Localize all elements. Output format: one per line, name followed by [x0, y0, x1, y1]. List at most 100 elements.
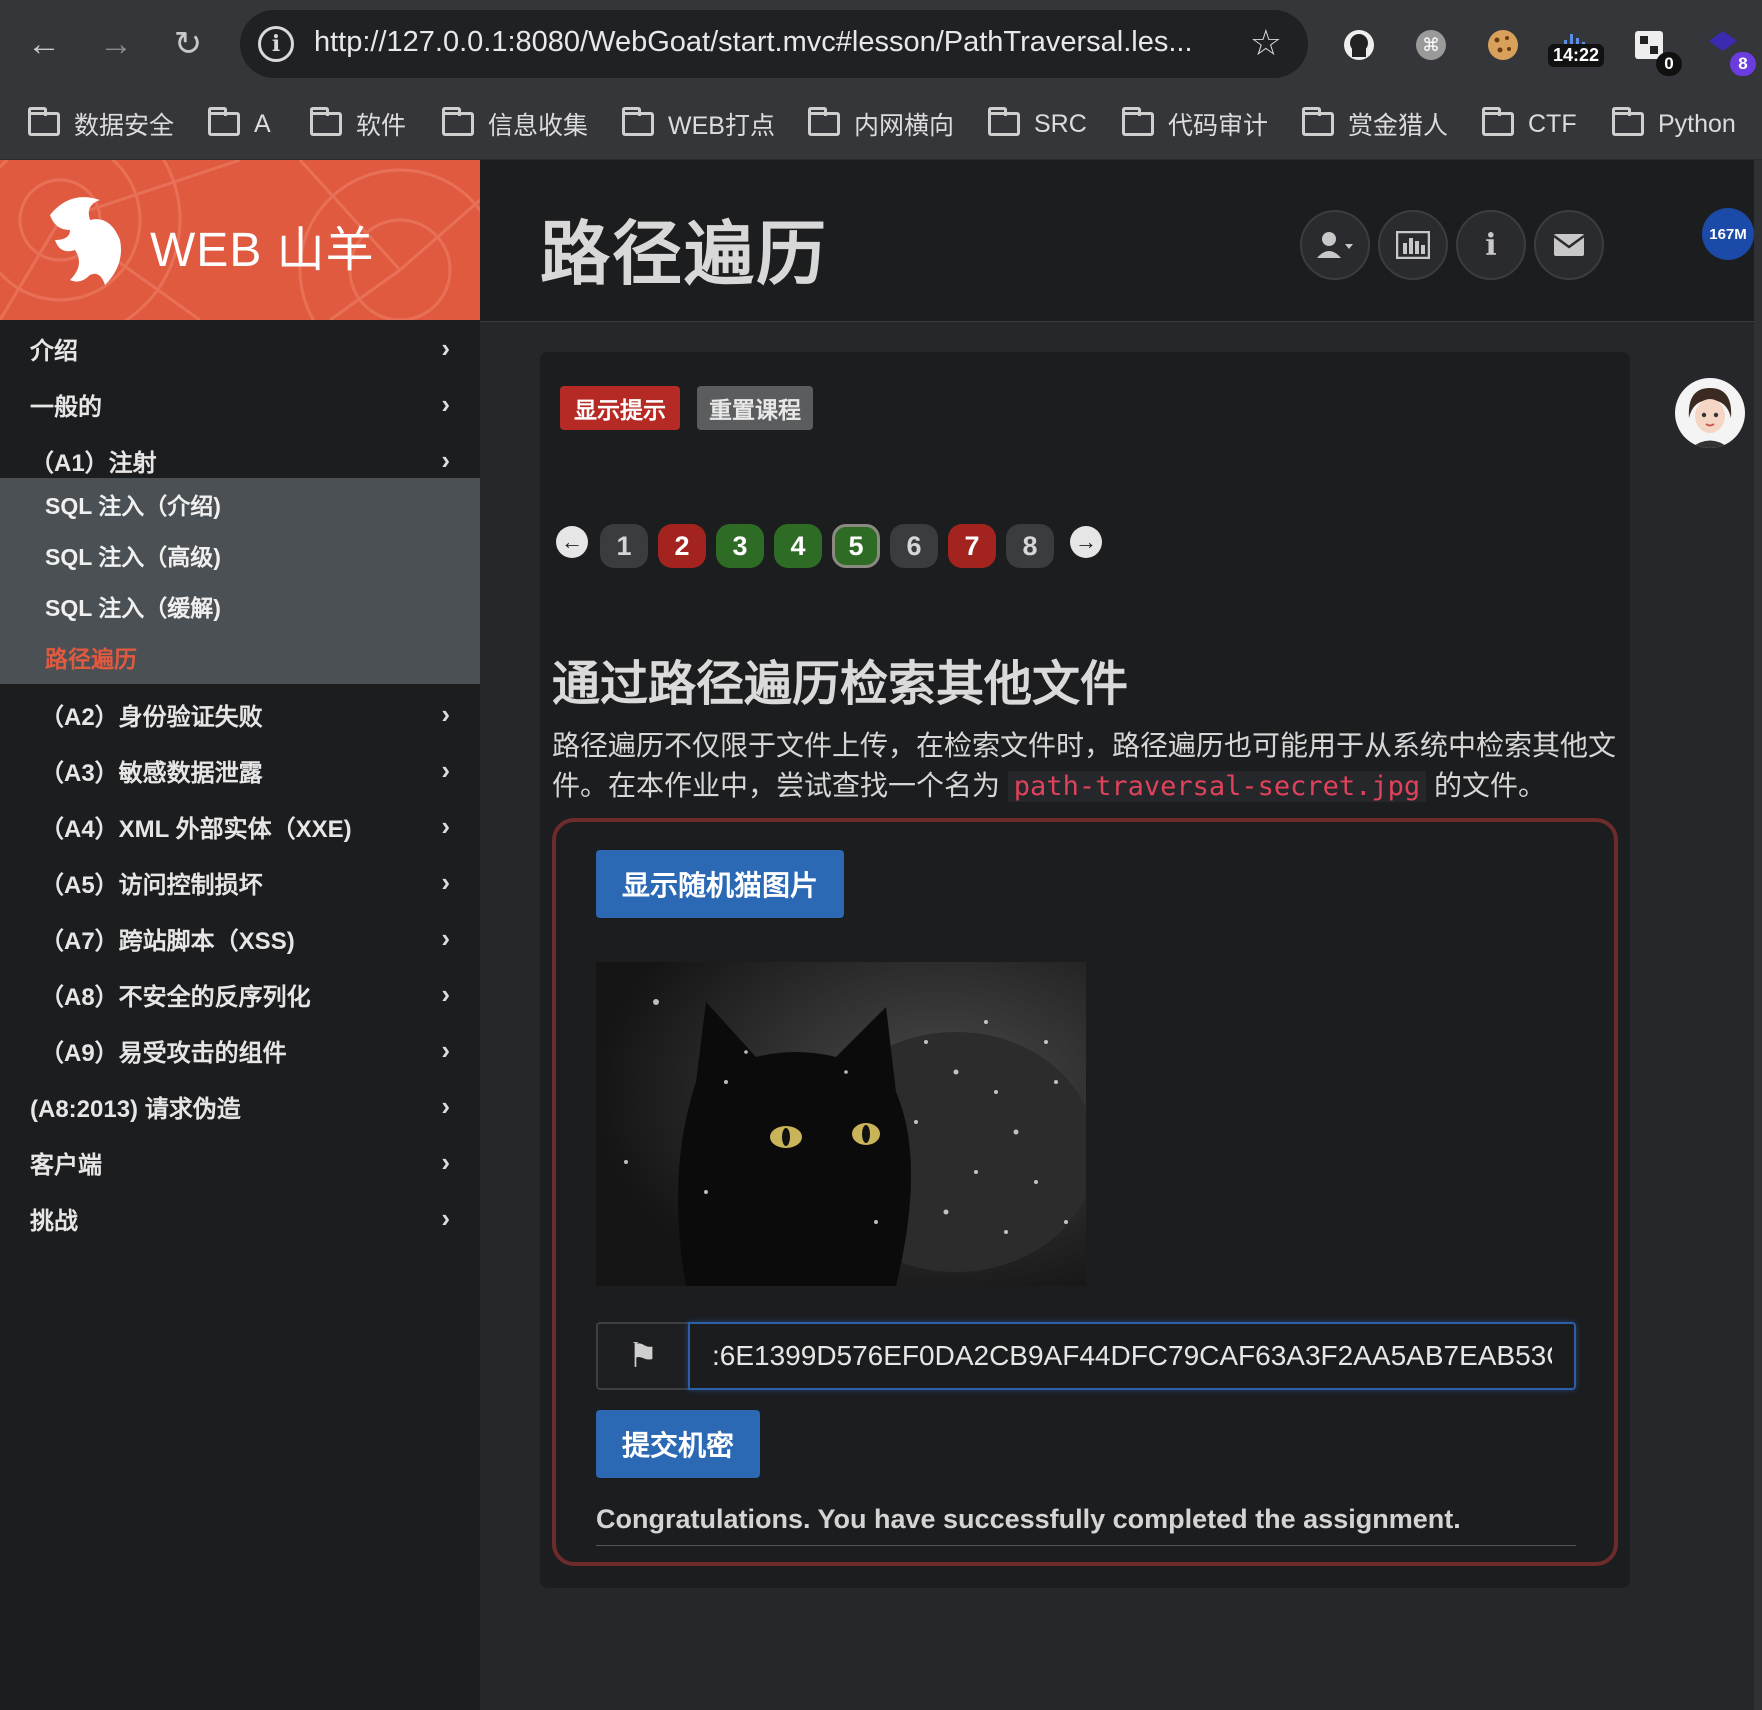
- cookie-icon[interactable]: [1480, 22, 1526, 68]
- sidebar-item-intro[interactable]: 介绍 ›: [0, 320, 480, 376]
- secret-input[interactable]: [688, 1322, 1576, 1390]
- sidebar-item-a8-2013[interactable]: (A8:2013) 请求伪造 ›: [0, 1078, 480, 1134]
- sidebar-subitem-path-traversal[interactable]: 路径遍历: [45, 635, 137, 679]
- sidebar-item-a5[interactable]: （A5）访问控制损坏 ›: [0, 854, 480, 910]
- bookmark-folder[interactable]: Python: [1612, 102, 1736, 146]
- page-2[interactable]: 2: [658, 524, 706, 568]
- sidebar-item-a3[interactable]: （A3）敏感数据泄露 ›: [0, 742, 480, 798]
- bar-chart-icon: [1396, 231, 1430, 259]
- bookmark-folder[interactable]: 内网横向: [808, 102, 954, 146]
- extension-icon-5[interactable]: 8: [1700, 22, 1756, 76]
- extension-icon-2[interactable]: ⌘: [1408, 22, 1454, 68]
- chevron-right-icon: ›: [441, 1034, 450, 1065]
- user-icon: [1317, 232, 1353, 258]
- envelope-icon: [1553, 234, 1585, 256]
- clock-badge: 14:22: [1548, 44, 1605, 67]
- success-message: Congratulations. You have successfully c…: [596, 1504, 1576, 1546]
- bookmark-star-icon[interactable]: ☆: [1250, 22, 1282, 64]
- folder-icon: [1122, 107, 1154, 136]
- bookmark-folder[interactable]: 信息收集: [442, 102, 588, 146]
- sidebar: WEB 山羊 介绍 › 一般的 › （A1）注射 › SQL 注入（介绍) SQL 注…: [0, 160, 480, 1710]
- bookmarks-bar: 数据安全 A 软件 信息收集 WEB打点 内网横向 SRC 代码审计 赏金猎人 …: [0, 88, 1762, 160]
- address-bar[interactable]: i http://127.0.0.1:8080/WebGoat/start.mv…: [240, 10, 1308, 78]
- page-1[interactable]: 1: [600, 524, 648, 568]
- bookmark-folder[interactable]: A: [208, 102, 271, 146]
- page-title: 路径遍历: [540, 215, 828, 293]
- chevron-right-icon: ›: [441, 1202, 450, 1233]
- bookmark-folder[interactable]: 代码审计: [1122, 102, 1268, 146]
- submit-secret-button[interactable]: 提交机密: [596, 1410, 761, 1478]
- extension-badge: 0: [1656, 52, 1682, 76]
- bookmark-folder[interactable]: 数据安全: [28, 102, 174, 146]
- sidebar-item-a8[interactable]: （A8）不安全的反序列化 ›: [0, 966, 480, 1022]
- show-hints-button[interactable]: 显示提示: [560, 386, 680, 430]
- info-button[interactable]: i: [1456, 210, 1526, 280]
- page-7[interactable]: 7: [948, 524, 996, 568]
- folder-icon: [442, 107, 474, 136]
- scrollbar[interactable]: [1754, 160, 1762, 1710]
- forward-icon[interactable]: →: [92, 20, 140, 68]
- folder-icon: [1482, 107, 1514, 136]
- user-menu-button[interactable]: [1300, 210, 1370, 280]
- next-page-icon[interactable]: →: [1070, 526, 1102, 558]
- chevron-right-icon: ›: [441, 698, 450, 729]
- avatar[interactable]: [1675, 378, 1745, 448]
- page-6[interactable]: 6: [890, 524, 938, 568]
- page-8[interactable]: 8: [1006, 524, 1054, 568]
- sidebar-item-client-side[interactable]: 客户端 ›: [0, 1134, 480, 1190]
- chevron-right-icon: ›: [441, 332, 450, 363]
- lesson-description: 路径遍历不仅限于文件上传，在检索文件时，路径遍历也可能用于从系统中检索其他文件。…: [552, 730, 1617, 802]
- show-random-cat-button[interactable]: 显示随机猫图片: [596, 850, 845, 918]
- chevron-right-icon: ›: [441, 754, 450, 785]
- bookmark-folder[interactable]: 赏金猎人: [1302, 102, 1448, 146]
- sidebar-subitem-sqli-intro[interactable]: SQL 注入（介绍): [45, 482, 221, 526]
- reload-icon[interactable]: ↻: [164, 20, 212, 68]
- sidebar-subitem-sqli-advanced[interactable]: SQL 注入（高级): [45, 533, 221, 577]
- sidebar-item-general[interactable]: 一般的 ›: [0, 376, 480, 432]
- url-text[interactable]: http://127.0.0.1:8080/WebGoat/start.mvc#…: [314, 26, 1193, 59]
- chevron-right-icon: ›: [441, 922, 450, 953]
- sidebar-item-a7[interactable]: （A7）跨站脚本（XSS) ›: [0, 910, 480, 966]
- report-card-button[interactable]: [1378, 210, 1448, 280]
- webgoat-logo[interactable]: WEB 山羊: [0, 160, 480, 320]
- folder-icon: [28, 107, 60, 136]
- svg-text:⌘: ⌘: [1422, 35, 1440, 55]
- assignment-panel: 显示随机猫图片 ⚑:6E1399D576EF0DA2CB9AF44DFC79C…: [552, 818, 1618, 1566]
- bookmark-folder[interactable]: WEB打点: [622, 102, 775, 146]
- extension-icon-4[interactable]: 0: [1626, 22, 1682, 76]
- chevron-right-icon: ›: [441, 1090, 450, 1121]
- bookmark-folder[interactable]: SRC: [988, 102, 1087, 146]
- prev-page-icon[interactable]: ←: [556, 526, 588, 558]
- page-header: 路径遍历 i 167M: [480, 160, 1762, 322]
- sidebar-item-a4[interactable]: （A4）XML 外部实体（XXE) ›: [0, 798, 480, 854]
- extension-icon-1[interactable]: [1336, 22, 1382, 68]
- page-4[interactable]: 4: [774, 524, 822, 568]
- folder-icon: [808, 107, 840, 136]
- site-info-icon[interactable]: i: [258, 26, 294, 62]
- goat-icon: [50, 197, 121, 285]
- back-icon[interactable]: ←: [20, 20, 68, 68]
- chevron-right-icon: ›: [441, 388, 450, 419]
- bookmark-folder[interactable]: CTF: [1482, 102, 1577, 146]
- chevron-right-icon: ›: [441, 978, 450, 1009]
- sidebar-item-a2[interactable]: （A2）身份验证失败 ›: [0, 686, 480, 742]
- bookmark-folder[interactable]: 软件: [310, 102, 406, 146]
- memory-indicator: 167M: [1702, 208, 1754, 260]
- browser-toolbar: ← → ↻ i http://127.0.0.1:8080/WebGoat/st…: [0, 0, 1762, 88]
- sidebar-item-challenges[interactable]: 挑战 ›: [0, 1190, 480, 1246]
- folder-icon: [1612, 107, 1644, 136]
- extension-badge: 8: [1730, 52, 1756, 76]
- info-icon: i: [1485, 227, 1497, 263]
- folder-icon: [988, 107, 1020, 136]
- sidebar-submenu: SQL 注入（介绍) SQL 注入（高级) SQL 注入（缓解) 路径遍历: [0, 478, 480, 684]
- sidebar-item-a9[interactable]: （A9）易受攻击的组件 ›: [0, 1022, 480, 1078]
- messages-button[interactable]: [1534, 210, 1604, 280]
- flag-icon: ⚑: [596, 1322, 688, 1390]
- chevron-right-icon: ›: [441, 1146, 450, 1177]
- page-5-current[interactable]: 5: [832, 524, 880, 568]
- cat-image: [596, 962, 1086, 1286]
- chevron-right-icon: ›: [441, 810, 450, 841]
- reset-lesson-button[interactable]: 重置课程: [697, 386, 813, 430]
- sidebar-subitem-sqli-mitigation[interactable]: SQL 注入（缓解): [45, 584, 221, 628]
- page-3[interactable]: 3: [716, 524, 764, 568]
